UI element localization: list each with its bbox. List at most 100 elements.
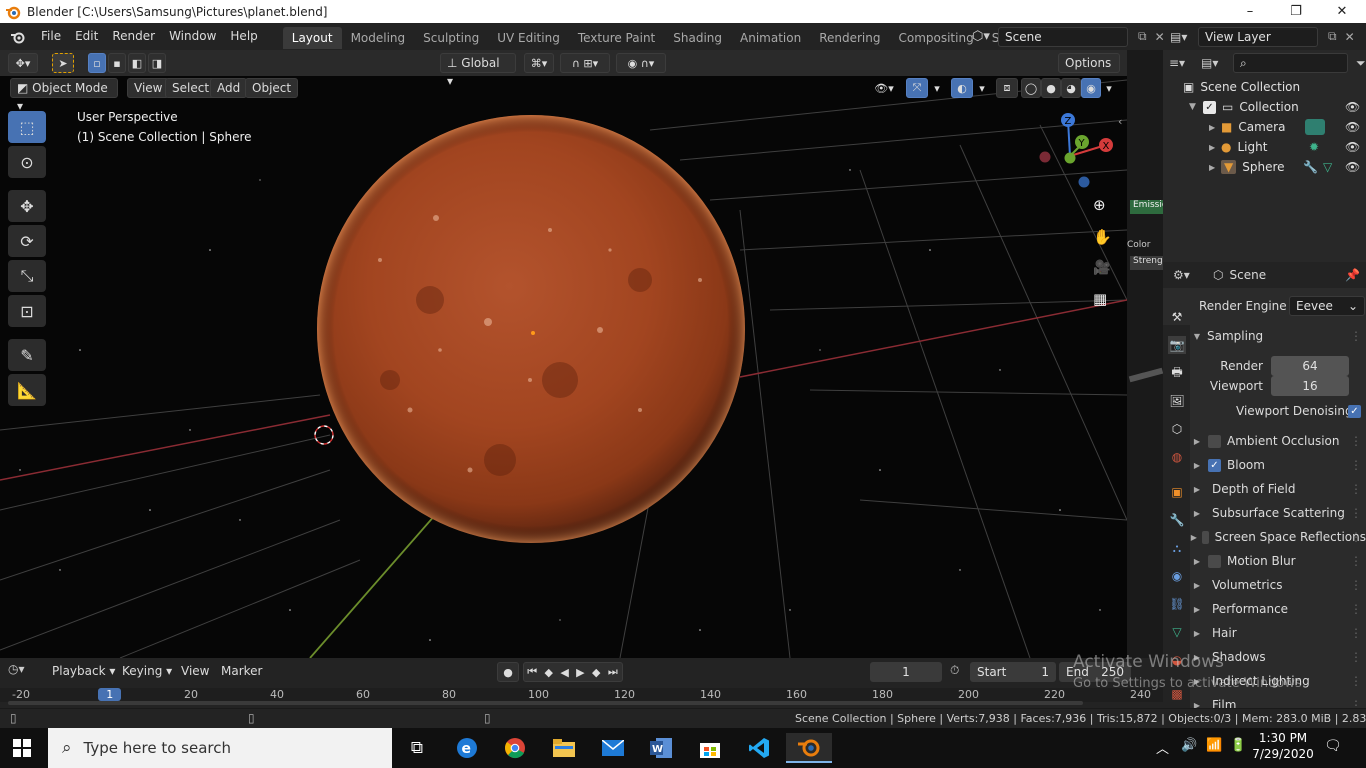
minimize-button[interactable]: – <box>1227 0 1273 23</box>
pivot-point-icon[interactable]: ⌘▾ <box>524 53 554 73</box>
gizmo-toggle-icon[interactable]: ⤧ <box>906 78 928 98</box>
chrome-icon[interactable] <box>492 733 538 763</box>
zoom-icon[interactable]: ⊕ <box>1093 196 1113 216</box>
render-samples-field[interactable]: 64 <box>1271 356 1349 376</box>
view-layer-tab-icon[interactable]: 🖼 <box>1168 392 1186 410</box>
outliner-search-input[interactable]: ⌕ <box>1233 53 1348 73</box>
drag-handle-icon[interactable]: ⋮⋮ <box>1350 329 1366 343</box>
menu-playback[interactable]: Playback ▾ <box>46 662 121 682</box>
overlay-dropdown-icon[interactable]: ▾ <box>975 78 989 98</box>
transform-orientation-dropdown[interactable]: ⊥ Global ▾ <box>440 53 516 88</box>
panel-volumetrics[interactable]: ▶ Volumetrics ⋮⋮ <box>1190 573 1366 597</box>
notification-icon[interactable]: 🗨 <box>1324 738 1342 754</box>
volume-icon[interactable]: 🔊 <box>1181 738 1197 753</box>
properties-editor-type-icon[interactable]: ⚙▾ <box>1173 268 1213 282</box>
select-mode-subtract-icon[interactable]: ◧ <box>128 53 146 73</box>
outliner-item-camera[interactable]: ▶ ■ Camera 👁 <box>1163 117 1366 137</box>
scene-name-field[interactable]: Scene <box>998 26 1128 47</box>
stopwatch-icon[interactable]: ⏱ <box>950 663 959 678</box>
panel-bloom[interactable]: ▶ ✓ Bloom ⋮⋮ <box>1190 453 1366 477</box>
physics-tab-icon[interactable]: ◉ <box>1168 567 1186 585</box>
perspective-toggle-icon[interactable]: ▦ <box>1093 290 1113 310</box>
show-hidden-icons-icon[interactable]: ︿ <box>1156 738 1169 757</box>
overlay-toggle-icon[interactable]: ◐ <box>951 78 973 98</box>
menu-file[interactable]: File <box>34 23 68 50</box>
word-icon[interactable]: W <box>638 733 684 763</box>
data-tab-icon[interactable]: ▽ <box>1168 623 1186 641</box>
panel-checkbox[interactable]: ✓ <box>1208 458 1221 472</box>
panel-checkbox[interactable] <box>1201 530 1209 544</box>
snap-icon[interactable]: ∩ ⊞▾ <box>560 53 610 73</box>
3d-viewport[interactable]: User Perspective (1) Scene Collection | … <box>0 50 1127 658</box>
delete-view-layer-icon[interactable]: ✕ <box>1345 30 1355 44</box>
frame-ruler[interactable]: -20 1 20 40 60 80 100 120 140 160 180 200 220 240 <box>0 688 1163 702</box>
options-dropdown[interactable]: Options ▾ <box>1058 53 1120 88</box>
modifier-icon[interactable]: 🔧 <box>1303 160 1318 174</box>
eye-icon[interactable]: 👁 <box>1345 160 1360 174</box>
drag-handle-icon[interactable]: ⋮⋮ <box>1350 578 1366 592</box>
visibility-icon[interactable]: 👁▾ <box>868 78 900 98</box>
blender-icon[interactable] <box>786 733 832 763</box>
pin-icon[interactable]: 📌 <box>1345 268 1360 282</box>
drag-handle-icon[interactable]: ⋮⋮ <box>1350 482 1366 496</box>
menu-timeline-view[interactable]: View <box>175 662 215 682</box>
new-view-layer-icon[interactable]: ⧉ <box>1328 29 1337 44</box>
panel-screen-space-reflections[interactable]: ▶ Screen Space Reflections⋮⋮ <box>1190 525 1366 549</box>
tab-layout[interactable]: Layout <box>282 26 342 49</box>
move-tool-icon[interactable]: ✥ <box>8 190 46 222</box>
panel-checkbox[interactable] <box>1208 554 1221 568</box>
eye-icon[interactable]: 👁 <box>1345 140 1360 154</box>
node-strength-field[interactable]: Streng <box>1130 256 1163 270</box>
playback-controls[interactable]: ⏮ ◆ ◀ ▶ ◆ ⏭ <box>523 662 623 682</box>
eye-icon[interactable]: 👁 <box>1345 120 1360 134</box>
output-tab-icon[interactable]: 🖶 <box>1168 364 1186 382</box>
menu-help[interactable]: Help <box>223 23 264 50</box>
shading-solid-icon[interactable]: ● <box>1041 78 1061 98</box>
select-mode-extend-icon[interactable]: ▪ <box>108 53 126 73</box>
file-explorer-icon[interactable] <box>541 733 587 763</box>
timeline-scrollbar[interactable] <box>8 701 1083 705</box>
collection-checkbox[interactable]: ✓ <box>1203 100 1216 114</box>
panel-ambient-occlusion[interactable]: ▶ Ambient Occlusion ⋮⋮ <box>1190 429 1366 453</box>
panel-performance[interactable]: ▶ Performance ⋮⋮ <box>1190 597 1366 621</box>
tab-texture-paint[interactable]: Texture Paint <box>569 27 664 49</box>
jump-start-icon[interactable]: ⏮ <box>527 665 538 679</box>
render-tab-icon[interactable]: 📷 <box>1168 336 1186 354</box>
outliner-item-sphere[interactable]: ▶ ▼ Sphere 🔧 ▽ 👁 <box>1163 157 1366 177</box>
rotate-tool-icon[interactable]: ⟳ <box>8 225 46 257</box>
viewport-samples-field[interactable]: 16 <box>1271 376 1349 396</box>
camera-data-icon[interactable] <box>1305 119 1325 135</box>
timeline-editor-type-icon[interactable]: ◷▾ <box>8 662 38 682</box>
transform-tool-icon[interactable]: ⊡ <box>8 295 46 327</box>
menu-add[interactable]: Add <box>210 78 248 98</box>
sidebar-toggle-icon[interactable]: ‹ <box>1118 115 1122 128</box>
menu-window[interactable]: Window <box>162 23 223 50</box>
drag-handle-icon[interactable]: ⋮⋮ <box>1350 506 1366 520</box>
play-reverse-icon[interactable]: ◀ <box>560 666 569 679</box>
emission-node-header[interactable]: Emissio <box>1130 200 1163 214</box>
drag-handle-icon[interactable]: ⋮⋮ <box>1350 434 1366 448</box>
panel-checkbox[interactable] <box>1208 434 1221 448</box>
vscode-icon[interactable] <box>736 733 782 763</box>
menu-select[interactable]: Select <box>165 78 217 98</box>
mail-icon[interactable] <box>590 733 636 763</box>
light-data-icon[interactable]: ✹ <box>1309 140 1319 154</box>
start-frame-field[interactable]: Start 1 <box>970 662 1056 682</box>
delete-scene-icon[interactable]: ✕ <box>1155 30 1165 44</box>
measure-tool-icon[interactable]: 📐 <box>8 374 46 406</box>
menu-view[interactable]: View <box>127 78 170 98</box>
tab-shading[interactable]: Shading <box>664 27 731 49</box>
scale-tool-icon[interactable]: ⤡ <box>8 260 46 292</box>
select-mode-new-icon[interactable]: ▫ <box>88 53 106 73</box>
battery-icon[interactable]: 🔋 <box>1230 738 1246 753</box>
sampling-panel-header[interactable]: ▼ Sampling ⋮⋮ <box>1190 324 1366 348</box>
object-tab-icon[interactable]: ▣ <box>1168 483 1186 501</box>
expand-icon[interactable]: ▶ <box>1209 143 1221 152</box>
world-tab-icon[interactable]: ◍ <box>1168 448 1186 466</box>
drag-handle-icon[interactable]: ⋮⋮ <box>1350 650 1366 664</box>
viewport-denoising-row[interactable]: Viewport Denoising ✓ <box>1190 399 1366 423</box>
annotate-tool-icon[interactable]: ✎ <box>8 339 46 371</box>
xray-toggle-icon[interactable]: ⧈ <box>996 78 1018 98</box>
prev-keyframe-icon[interactable]: ◆ <box>544 666 553 679</box>
drag-handle-icon[interactable]: ⋮⋮ <box>1350 530 1366 544</box>
